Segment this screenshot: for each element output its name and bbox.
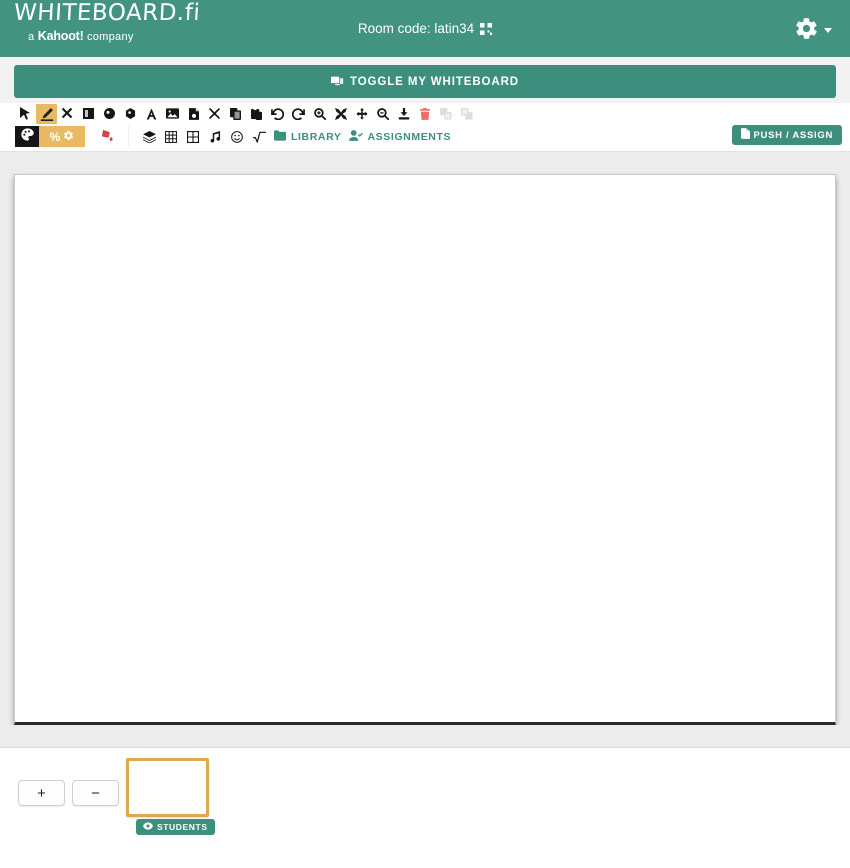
- table-tool[interactable]: [182, 126, 204, 147]
- qr-code-icon[interactable]: [480, 22, 493, 35]
- fill-bucket-icon: [100, 128, 113, 146]
- toolbar-row-tools: [0, 103, 850, 124]
- fit-screen-tool[interactable]: [330, 104, 351, 124]
- rectangle-tool[interactable]: [78, 104, 99, 124]
- color-palette-button[interactable]: [15, 126, 39, 147]
- pan-tool[interactable]: [351, 104, 372, 124]
- add-page-button[interactable]: +: [18, 780, 65, 806]
- emoji-tool[interactable]: [226, 126, 248, 147]
- students-badge-label: STUDENTS: [157, 822, 208, 832]
- canvas-bottom-gap: [0, 725, 850, 747]
- pages-footer: + − STUDENTS: [0, 747, 850, 852]
- toggle-whiteboard-region: TOGGLE MY WHITEBOARD: [0, 57, 850, 103]
- room-code-label: Room code: latin34: [357, 21, 475, 36]
- fill-color-button[interactable]: [85, 126, 129, 147]
- music-tool[interactable]: [204, 126, 226, 147]
- gear-icon: [794, 16, 819, 41]
- polygon-tool[interactable]: [120, 104, 141, 124]
- sticky-note-tool[interactable]: [183, 104, 204, 124]
- toggle-my-whiteboard-button[interactable]: TOGGLE MY WHITEBOARD: [14, 65, 836, 98]
- zoom-out-tool[interactable]: [372, 104, 393, 124]
- grid-tool[interactable]: [160, 126, 182, 147]
- assignments-button[interactable]: ASSIGNMENTS: [345, 126, 455, 147]
- bring-forward-tool: [435, 104, 456, 124]
- library-label: LIBRARY: [291, 130, 342, 143]
- eye-icon: [143, 822, 153, 832]
- push-assign-button[interactable]: PUSH / ASSIGN: [731, 125, 842, 145]
- remove-page-button[interactable]: −: [72, 780, 119, 806]
- app-header: WHITEBOARD.fi a Kahoot! company Room cod…: [0, 0, 850, 57]
- assignments-icon: [349, 129, 364, 144]
- delete-tool[interactable]: [414, 104, 435, 124]
- layers-tool[interactable]: [138, 126, 160, 147]
- students-badge[interactable]: STUDENTS: [136, 819, 215, 835]
- redo-tool[interactable]: [288, 104, 309, 124]
- select-tool[interactable]: [15, 104, 36, 124]
- send-backward-tool: [456, 104, 477, 124]
- chevron-down-icon: [824, 27, 832, 33]
- paste-tool[interactable]: [246, 104, 267, 124]
- page-thumbnail-1[interactable]: [126, 758, 209, 817]
- assignments-label: ASSIGNMENTS: [367, 130, 452, 143]
- room-code: Room code: latin34: [0, 21, 850, 36]
- style-swatch-group: %: [15, 126, 129, 147]
- push-assign-icon: [740, 128, 750, 142]
- toggle-whiteboard-icon: [331, 75, 344, 88]
- stroke-size-button[interactable]: %: [39, 126, 85, 147]
- whiteboard-canvas[interactable]: [14, 174, 836, 725]
- math-tool[interactable]: [248, 126, 270, 147]
- eraser-tool[interactable]: [57, 104, 78, 124]
- color-palette-icon: [20, 127, 34, 146]
- push-assign-label: PUSH / ASSIGN: [753, 129, 833, 141]
- copy-tool[interactable]: [225, 104, 246, 124]
- toolbar-row-options: % LIBRARY ASSIGNMENTS PUSH / ASSIGN: [0, 124, 850, 149]
- settings-menu-button[interactable]: [794, 16, 832, 41]
- toolbar: % LIBRARY ASSIGNMENTS PUSH / ASSIGN: [0, 103, 850, 152]
- pencil-tool[interactable]: [36, 103, 57, 124]
- stroke-size-label: %: [49, 129, 61, 144]
- image-tool[interactable]: [162, 104, 183, 124]
- library-icon: [274, 129, 287, 144]
- toggle-whiteboard-label: TOGGLE MY WHITEBOARD: [350, 75, 519, 88]
- text-tool[interactable]: [141, 104, 162, 124]
- close-tool[interactable]: [204, 104, 225, 124]
- canvas-area: [0, 174, 850, 725]
- gear-icon: [63, 128, 74, 146]
- library-button[interactable]: LIBRARY: [270, 126, 345, 147]
- download-tool[interactable]: [393, 104, 414, 124]
- zoom-in-tool[interactable]: [309, 104, 330, 124]
- circle-tool[interactable]: [99, 104, 120, 124]
- canvas-top-gap: [0, 152, 850, 174]
- undo-tool[interactable]: [267, 104, 288, 124]
